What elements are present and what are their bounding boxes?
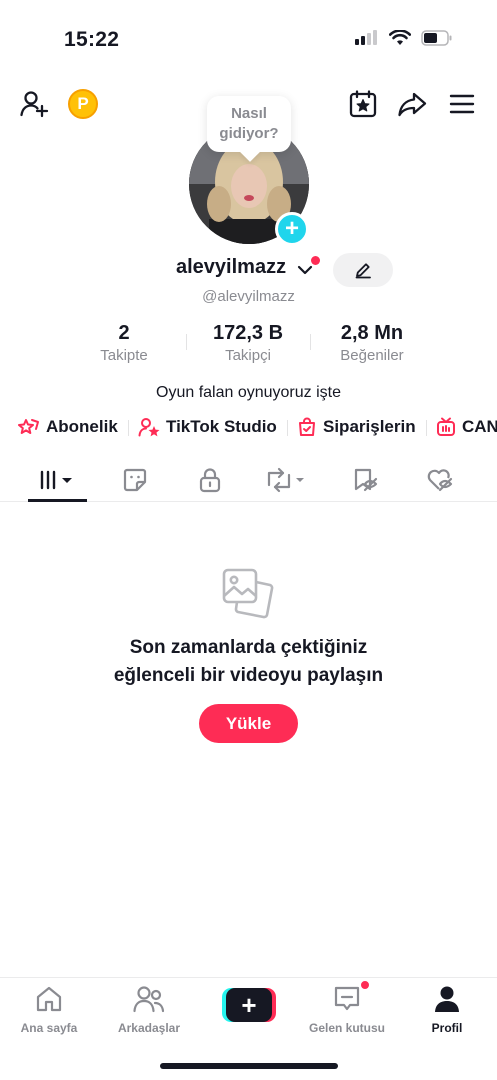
nav-label: Ana sayfa (20, 1021, 78, 1035)
stat-likes[interactable]: 2,8 Mn Beğeniler (322, 322, 422, 364)
stat-following[interactable]: 2 Takipte (84, 322, 164, 364)
subscription-icon (18, 419, 39, 434)
username-row: alevyilmazz (0, 256, 497, 286)
stat-label: Beğeniler (340, 347, 404, 364)
add-friend-icon[interactable] (14, 84, 54, 124)
favorites-hidden-icon (354, 468, 378, 492)
notification-dot (311, 256, 320, 265)
nav-label: Profil (431, 1021, 463, 1035)
status-icons (355, 30, 453, 46)
tab-liked[interactable] (415, 460, 465, 500)
cellular-signal-icon (355, 30, 377, 45)
bubble-text: Nasıl gidiyor? (219, 105, 279, 142)
stat-value: 172,3 B (212, 322, 284, 344)
friends-icon (133, 986, 165, 1013)
active-tab-indicator (28, 499, 87, 502)
link-label: Siparişlerin (323, 417, 416, 436)
link-label: TikTok Studio (166, 417, 277, 436)
stat-label: Takipçi (225, 347, 271, 364)
tab-private[interactable] (185, 460, 235, 500)
link-live[interactable]: CAN (436, 412, 497, 442)
stat-followers[interactable]: 172,3 B Takipçi (198, 322, 298, 364)
home-indicator (160, 1063, 338, 1069)
edit-profile-button[interactable] (333, 253, 393, 287)
profile-bio: Oyun falan oynuyoruz işte (156, 384, 341, 401)
coin-icon[interactable]: P (68, 89, 98, 119)
pencil-icon (355, 263, 371, 279)
status-bubble[interactable]: Nasıl gidiyor? (207, 96, 291, 152)
status-bar: 15:22 (0, 0, 497, 80)
username[interactable]: alevyilmazz (176, 256, 286, 279)
empty-title-line: Son zamanlarda çektiğiniz (129, 637, 368, 658)
live-tv-icon (437, 417, 455, 436)
status-time: 15:22 (64, 28, 120, 51)
link-tiktok-studio[interactable]: TikTok Studio (138, 412, 277, 442)
link-orders[interactable]: Siparişlerin (297, 412, 416, 442)
calendar-star-icon[interactable] (343, 84, 383, 124)
chevron-down-icon[interactable] (296, 261, 314, 279)
nav-profile[interactable]: Profil (402, 984, 492, 1035)
orders-bag-icon (299, 417, 315, 436)
photos-icon (222, 568, 274, 619)
share-icon[interactable] (392, 84, 432, 124)
tab-favorites[interactable] (340, 460, 390, 500)
profile-stats: 2 Takipte 172,3 B Takipçi 2,8 Mn Beğenil… (0, 322, 497, 372)
stat-value: 2,8 Mn (340, 322, 404, 344)
liked-hidden-icon (427, 469, 453, 492)
divider (186, 334, 187, 350)
create-plus-icon: + (226, 988, 272, 1022)
videos-grid-icon (40, 470, 72, 490)
profile-handle: @alevyilmazz (202, 288, 295, 305)
repost-icon (267, 467, 304, 493)
stat-label: Takipte (100, 347, 148, 364)
home-icon (36, 986, 62, 1012)
divider (426, 420, 427, 436)
nav-friends[interactable]: Arkadaşlar (104, 984, 194, 1035)
tab-stickers[interactable] (110, 460, 160, 500)
divider (310, 334, 311, 350)
stat-value: 2 (118, 322, 130, 344)
nav-label: Gelen kutusu (308, 1021, 385, 1035)
menu-icon[interactable] (442, 84, 482, 124)
empty-title-line: eğlenceli bir videoyu paylaşın (113, 665, 384, 686)
inbox-notification-dot (360, 980, 370, 990)
profile-icon (435, 986, 459, 1012)
link-label: Abonelik (46, 417, 118, 436)
tab-reposts[interactable] (255, 460, 315, 500)
wifi-icon (389, 30, 411, 45)
profile-links: Abonelik TikTok Studio Siparişlerin CAN (0, 412, 497, 444)
lock-icon (199, 468, 221, 493)
profile-tabs (0, 460, 497, 502)
studio-icon (138, 418, 160, 437)
inbox-icon (334, 986, 360, 1011)
empty-state-title: Son zamanlarda çektiğiniz eğlenceli bir … (0, 634, 497, 690)
avatar-add-button[interactable]: + (275, 212, 309, 246)
nav-label: Arkadaşlar (117, 1021, 181, 1035)
tab-videos[interactable] (28, 460, 87, 500)
nav-home[interactable]: Ana sayfa (4, 984, 94, 1035)
link-subscription[interactable]: Abonelik (18, 412, 118, 442)
upload-button[interactable]: Yükle (199, 704, 298, 743)
nav-inbox[interactable]: Gelen kutusu (302, 984, 392, 1035)
link-label: CAN (462, 417, 497, 436)
create-button[interactable]: + (222, 988, 276, 1022)
sticker-icon (123, 468, 147, 492)
divider (287, 420, 288, 436)
battery-icon (421, 30, 452, 46)
divider (128, 420, 129, 436)
